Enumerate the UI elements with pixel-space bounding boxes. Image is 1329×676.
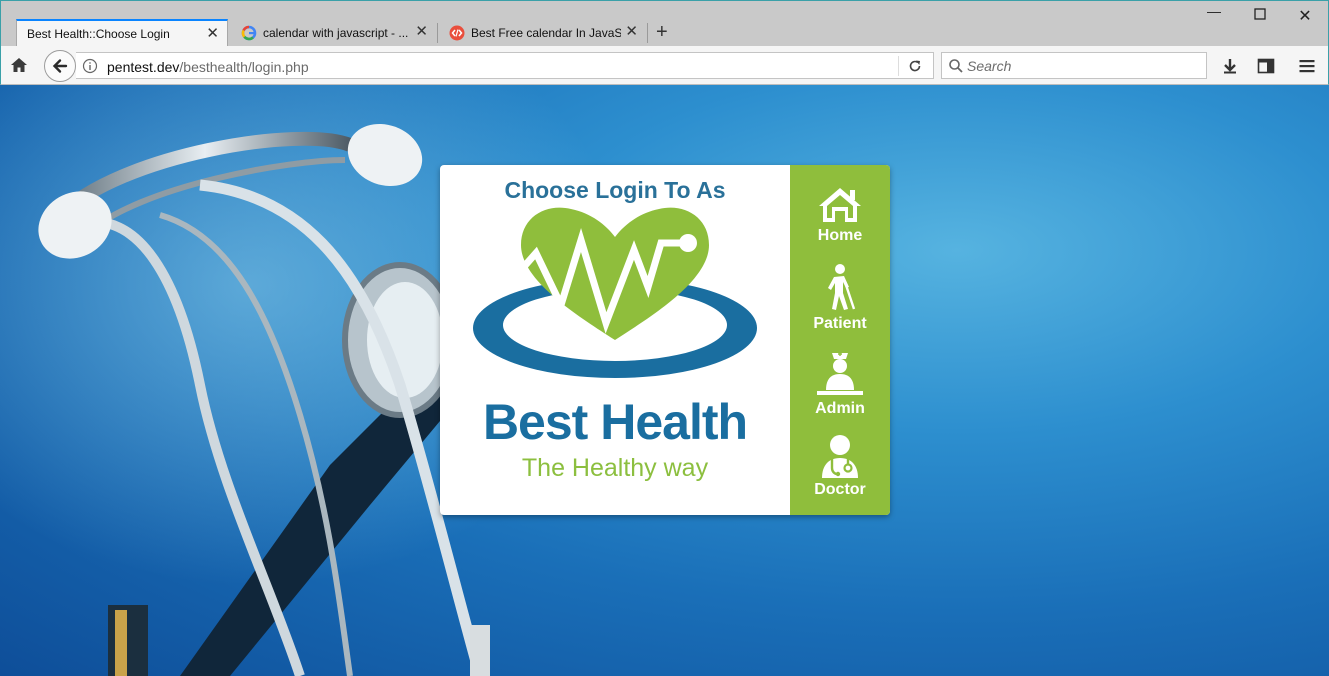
card-title: Choose Login To As [504, 177, 726, 203]
home-icon [819, 188, 861, 222]
role-selection-panel: Home Patient Admin Doctor [790, 165, 890, 515]
code-icon [449, 25, 465, 41]
minimize-button[interactable]: — [1204, 3, 1224, 19]
role-admin-link[interactable]: Admin [790, 348, 890, 418]
menu-icon[interactable] [1297, 56, 1317, 76]
patient-icon [828, 264, 856, 310]
google-icon [241, 25, 257, 41]
home-button-icon[interactable] [9, 55, 29, 75]
search-input[interactable] [967, 57, 1197, 75]
close-window-button[interactable]: ✕ [1295, 6, 1315, 26]
back-arrow-icon [52, 59, 68, 73]
role-label: Home [817, 227, 863, 244]
tab-close-icon[interactable]: ✕ [625, 24, 638, 40]
sidebar-toggle-icon[interactable] [1256, 56, 1276, 76]
page-content: Choose Login To As Best Health The Healt… [0, 85, 1329, 676]
url-path: /besthealth/login.php [179, 59, 309, 75]
tab-separator [647, 23, 648, 43]
search-icon [949, 59, 963, 73]
navigation-toolbar: pentest.dev/besthealth/login.php [0, 46, 1329, 85]
role-label: Admin [815, 400, 865, 417]
tab-best-health[interactable]: Best Health::Choose Login ✕ [16, 19, 228, 47]
role-label: Doctor [814, 481, 866, 498]
tab-title: Best Health::Choose Login [27, 27, 170, 41]
brand-tagline: The Healthy way [521, 454, 709, 482]
role-patient-link[interactable]: Patient [790, 263, 890, 333]
back-button[interactable] [44, 50, 76, 82]
url-separator [898, 56, 899, 76]
info-icon[interactable] [82, 58, 98, 74]
reload-icon[interactable] [907, 58, 923, 74]
brand-name: Best Health [482, 394, 748, 450]
url-text[interactable]: pentest.dev/besthealth/login.php [107, 59, 309, 75]
role-home-link[interactable]: Home [790, 185, 890, 245]
role-label: Patient [813, 315, 867, 332]
role-doctor-link[interactable]: Doctor [790, 435, 890, 499]
search-bar[interactable] [941, 52, 1207, 79]
url-bar[interactable]: pentest.dev/besthealth/login.php [76, 52, 934, 79]
doctor-icon [822, 435, 858, 478]
new-tab-button[interactable]: + [656, 21, 668, 43]
maximize-button[interactable] [1250, 7, 1270, 23]
tab-free-calendar[interactable]: Best Free calendar In JavaS... ✕ [439, 19, 646, 47]
tab-title: Best Free calendar In JavaS... [471, 26, 621, 40]
download-icon[interactable] [1220, 56, 1240, 76]
tab-calendar-google[interactable]: calendar with javascript - ... ✕ [231, 19, 436, 47]
maximize-icon [1254, 8, 1266, 20]
login-card: Choose Login To As Best Health The Healt… [440, 165, 890, 515]
admin-icon [817, 352, 863, 395]
tab-close-icon[interactable]: ✕ [206, 26, 219, 42]
tab-separator [437, 23, 438, 43]
browser-titlebar: Best Health::Choose Login ✕ calendar wit… [0, 0, 1329, 47]
tab-close-icon[interactable]: ✕ [415, 24, 428, 40]
url-host: pentest.dev [107, 59, 180, 75]
tab-title: calendar with javascript - ... [263, 26, 409, 40]
best-health-logo-icon [473, 207, 757, 378]
